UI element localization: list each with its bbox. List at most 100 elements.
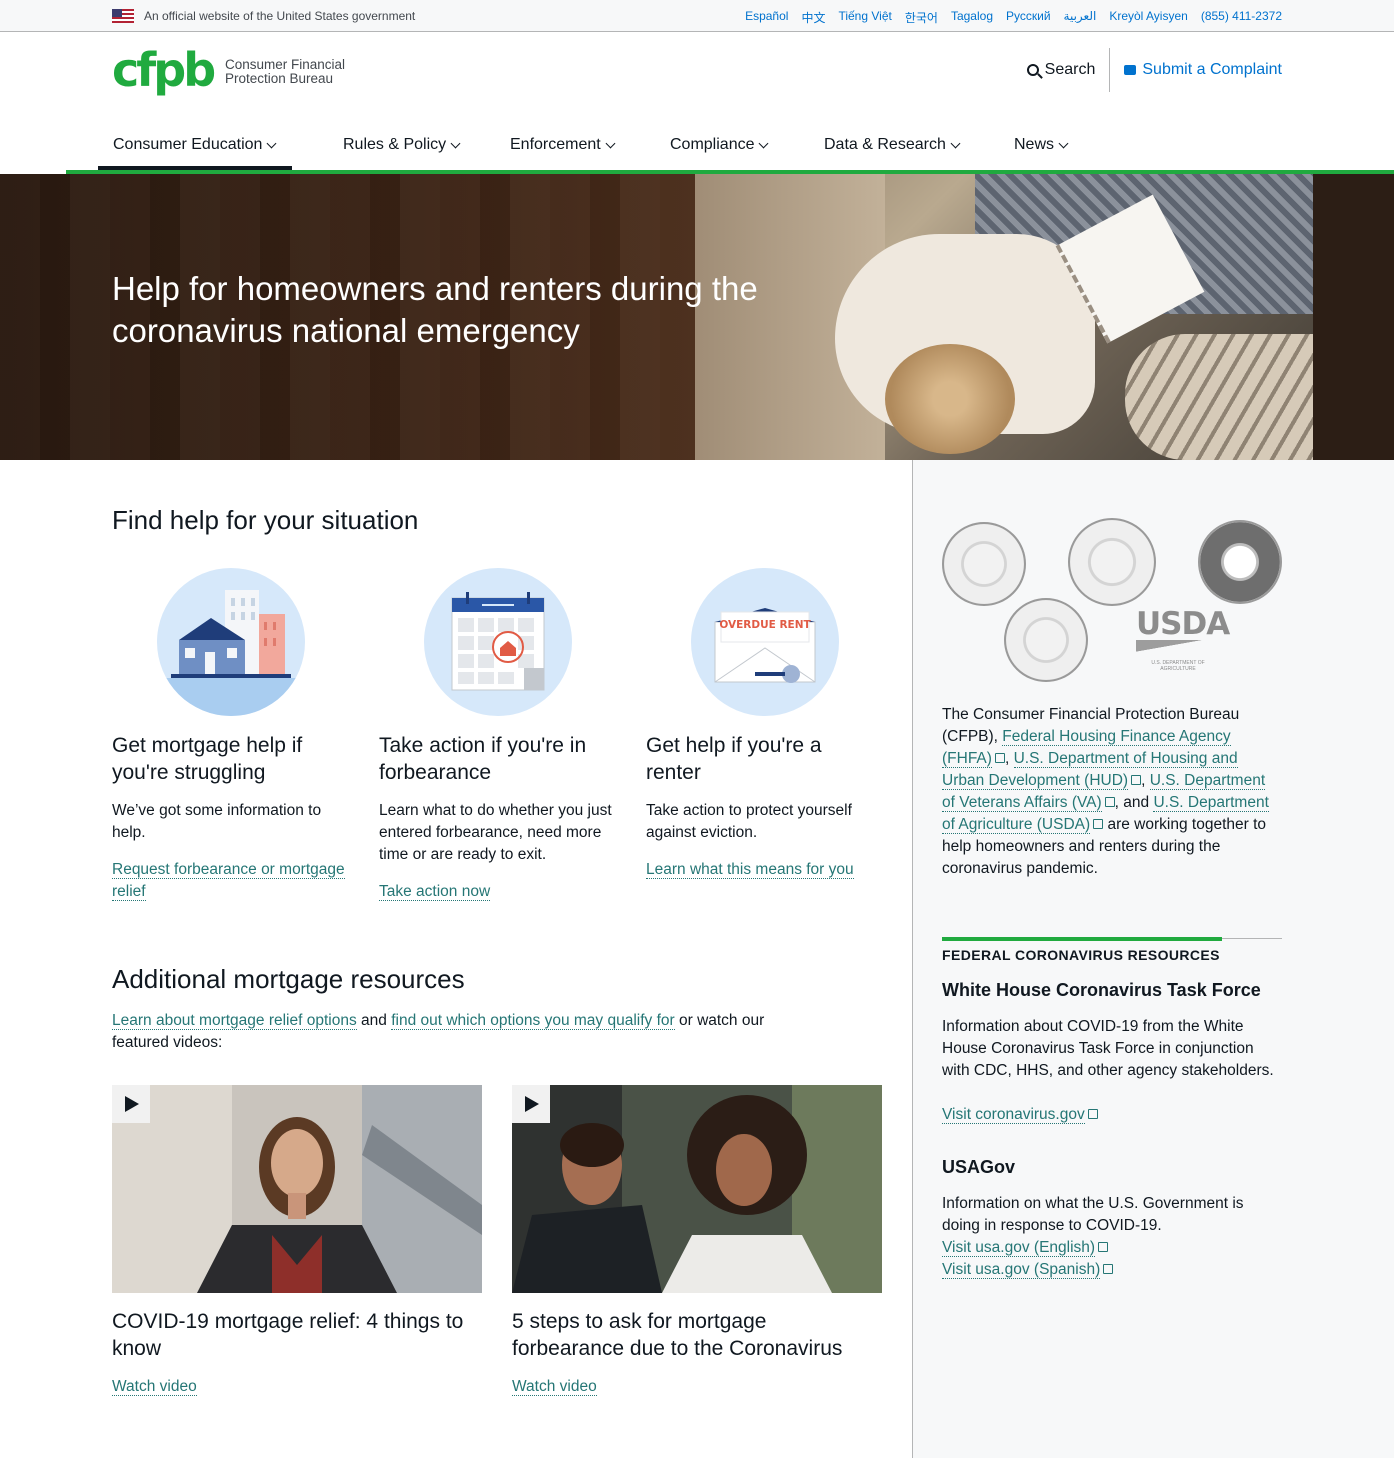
- lang-link-tagalog[interactable]: Tagalog: [951, 9, 993, 26]
- submit-complaint-label: Submit a Complaint: [1142, 61, 1282, 78]
- nav-news[interactable]: News: [999, 120, 1082, 170]
- resources-divider-accent: [942, 937, 1222, 941]
- video-thumbnail-forbearance-steps[interactable]: [512, 1085, 882, 1293]
- card-link: Request forbearance or mortgage relief: [112, 859, 348, 903]
- lang-link-spanish[interactable]: Español: [745, 9, 788, 26]
- lang-link-russian[interactable]: Русский: [1006, 9, 1051, 26]
- chevron-down-icon: [950, 138, 961, 148]
- overdue-rent-text: OVERDUE RENT: [719, 619, 811, 631]
- house-buildings-icon: [157, 568, 305, 716]
- hero-edge: [1313, 174, 1394, 460]
- calendar-icon: [424, 568, 572, 716]
- federal-resources-heading: FEDERAL CORONAVIRUS RESOURCES: [942, 947, 1220, 963]
- nav-label: Enforcement: [510, 136, 601, 153]
- external-link-icon: [1131, 775, 1142, 785]
- white-house-text: Information about COVID-19 from the Whit…: [942, 1018, 1274, 1079]
- chevron-down-icon: [266, 138, 277, 148]
- video-link-wrap: Watch video: [112, 1376, 197, 1398]
- nav-enforcement[interactable]: Enforcement: [495, 120, 629, 170]
- agencies-paragraph: The Consumer Financial Protection Bureau…: [942, 704, 1282, 880]
- chevron-down-icon: [450, 138, 461, 148]
- situation-heading: Find help for your situation: [112, 505, 419, 535]
- main-nav: Consumer Education Rules & Policy Enforc…: [0, 120, 1394, 172]
- nav-label: News: [1014, 136, 1055, 153]
- intro-text: and: [356, 1012, 392, 1029]
- external-link-icon: [1103, 1264, 1114, 1274]
- hud-seal-icon: [1068, 518, 1156, 606]
- qualify-options-link[interactable]: find out which options you may qualify f…: [391, 1012, 675, 1030]
- white-house-heading: White House Coronavirus Task Force: [942, 980, 1261, 1000]
- usda-swoosh: [1136, 640, 1220, 654]
- overdue-rent-envelope-icon: OVERDUE RENT: [691, 568, 839, 716]
- text: ,: [1141, 772, 1150, 789]
- gov-banner-text: An official website of the United States…: [144, 9, 416, 23]
- watch-video-link[interactable]: Watch video: [112, 1378, 197, 1396]
- nav-rules-policy[interactable]: Rules & Policy: [328, 120, 474, 170]
- search-button[interactable]: Search: [1026, 48, 1111, 92]
- nav-data-research[interactable]: Data & Research: [809, 120, 974, 170]
- resources-heading: Additional mortgage resources: [112, 964, 465, 994]
- text: , and: [1114, 794, 1154, 811]
- learn-renter-link[interactable]: Learn what this means for you: [646, 861, 854, 879]
- nav-consumer-education[interactable]: Consumer Education: [98, 120, 292, 170]
- card-text: Take action to protect yourself against …: [646, 802, 852, 841]
- usagov-english-link-wrap: Visit usa.gov (English): [942, 1237, 1282, 1259]
- logo-text-line-2: Protection Bureau: [225, 71, 334, 86]
- logo-text-line-1: Consumer Financial: [225, 57, 346, 72]
- nav-label: Consumer Education: [113, 136, 263, 153]
- cfpb-logo[interactable]: cfpb Consumer Financial Protection Burea…: [112, 43, 352, 100]
- chevron-down-icon: [759, 138, 769, 148]
- cfpb-seal-icon: [942, 522, 1026, 606]
- chevron-down-icon: [605, 138, 616, 148]
- card-link: Take action now: [379, 881, 491, 903]
- hero-hair: [885, 344, 1015, 454]
- play-icon[interactable]: [512, 1085, 550, 1123]
- card-text: Learn what to do whether you just entere…: [379, 802, 612, 863]
- hero-pillow: [1125, 334, 1315, 460]
- header-actions: Search Submit a Complaint: [1026, 48, 1282, 92]
- usda-logo-word: USDA: [1136, 606, 1230, 642]
- video-title: COVID-19 mortgage relief: 4 things to kn…: [112, 1310, 464, 1360]
- white-house-link-wrap: Visit coronavirus.gov: [942, 1104, 1282, 1126]
- language-links: Español 中文 Tiếng Việt 한국어 Tagalog Русски…: [745, 9, 1282, 26]
- video-title: 5 steps to ask for mortgage forbearance …: [512, 1310, 843, 1360]
- chevron-down-icon: [1058, 138, 1069, 148]
- logo-text: Consumer Financial Protection Bureau: [225, 58, 345, 86]
- lang-link-chinese[interactable]: 中文: [801, 9, 825, 26]
- nav-label: Data & Research: [824, 136, 946, 153]
- external-link-icon: [1087, 1109, 1098, 1119]
- request-forbearance-link[interactable]: Request forbearance or mortgage relief: [112, 861, 345, 901]
- lang-link-haitian-creole[interactable]: Kreyòl Ayisyen: [1109, 9, 1188, 26]
- coronavirus-gov-link[interactable]: Visit coronavirus.gov: [942, 1106, 1085, 1124]
- usagov-spanish-link-wrap: Visit usa.gov (Spanish): [942, 1259, 1282, 1281]
- video-link-wrap: Watch video: [512, 1376, 597, 1398]
- submit-complaint-button[interactable]: Submit a Complaint: [1110, 61, 1282, 79]
- play-icon[interactable]: [112, 1085, 150, 1123]
- lang-link-arabic[interactable]: العربية: [1064, 9, 1097, 26]
- usagov-text: Information on what the U.S. Government …: [942, 1195, 1244, 1234]
- nav-compliance[interactable]: Compliance: [655, 120, 782, 170]
- mortgage-relief-options-link[interactable]: Learn about mortgage relief options: [112, 1012, 357, 1030]
- external-link-icon: [1098, 1242, 1109, 1252]
- usagov-heading: USAGov: [942, 1157, 1016, 1177]
- external-link-icon: [1093, 819, 1104, 829]
- phone-number[interactable]: (855) 411-2372: [1201, 9, 1282, 26]
- watch-video-link[interactable]: Watch video: [512, 1378, 597, 1396]
- resources-intro: Learn about mortgage relief options and …: [112, 1010, 772, 1054]
- lang-link-vietnamese[interactable]: Tiếng Việt: [838, 9, 891, 26]
- hero-banner: Help for homeowners and renters during t…: [0, 174, 1394, 460]
- take-action-link[interactable]: Take action now: [379, 883, 491, 901]
- usagov-spanish-link[interactable]: Visit usa.gov (Spanish): [942, 1261, 1101, 1279]
- card-text: We’ve got some information to help.: [112, 802, 322, 841]
- search-label: Search: [1044, 61, 1096, 78]
- speech-bubble-icon: [1124, 65, 1137, 75]
- usagov-english-link[interactable]: Visit usa.gov (English): [942, 1239, 1096, 1257]
- text: ,: [1004, 750, 1014, 767]
- external-link-icon: [994, 753, 1005, 763]
- nav-label: Compliance: [670, 136, 755, 153]
- hero-title: Help for homeowners and renters during t…: [112, 270, 758, 349]
- lang-link-korean[interactable]: 한국어: [905, 9, 938, 26]
- search-icon: [1026, 64, 1039, 76]
- video-thumbnail-mortgage-relief[interactable]: [112, 1085, 482, 1293]
- logo-mark: cfpb: [112, 43, 216, 97]
